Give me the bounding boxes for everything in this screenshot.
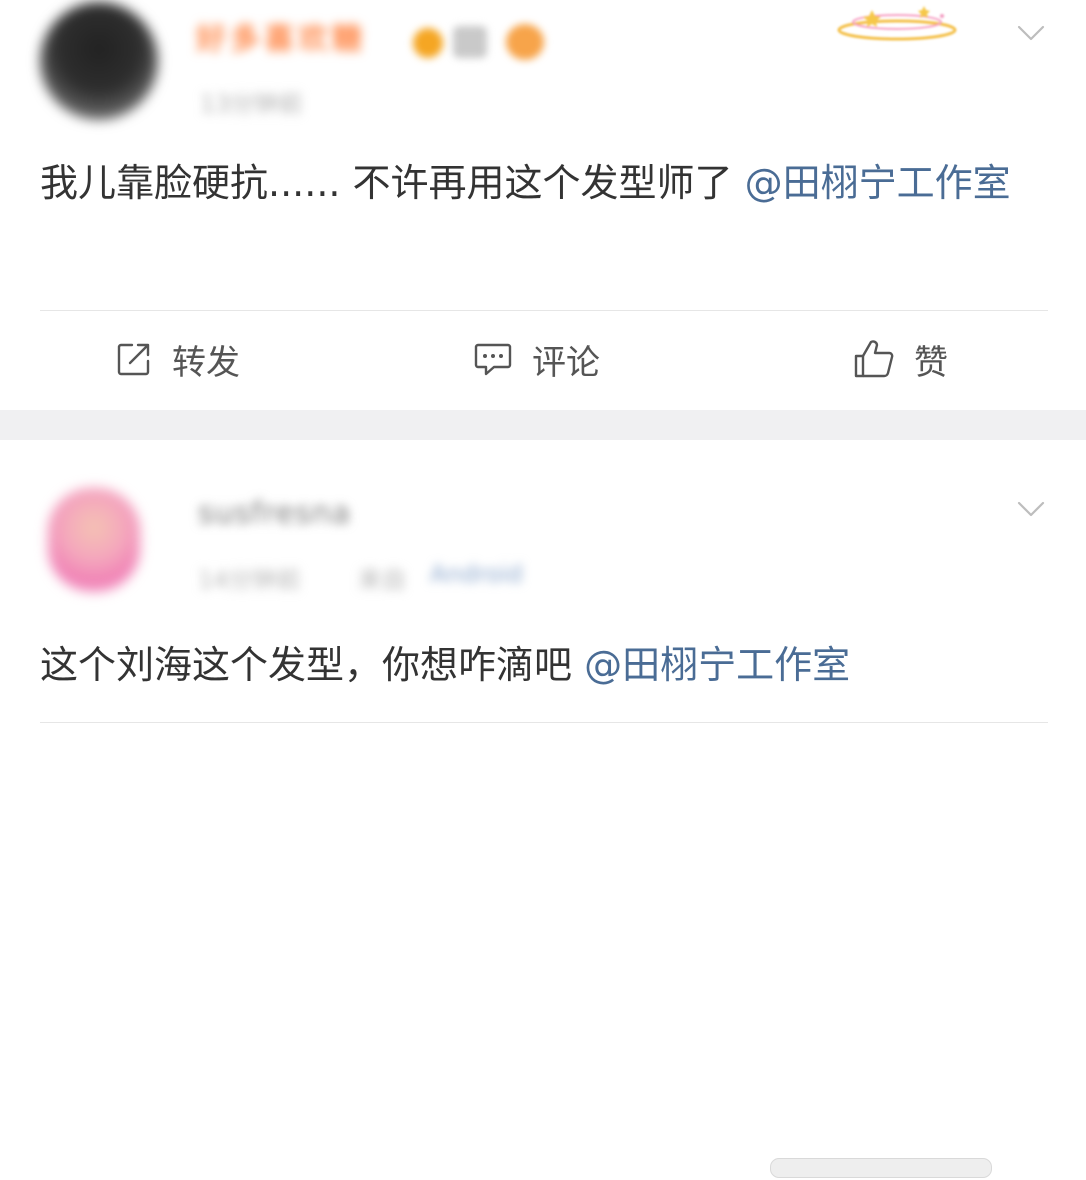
fan-badge-icon — [506, 24, 544, 60]
author-name[interactable]: susfresna — [198, 496, 351, 531]
weibo-post-card: susfresna 14分钟前 来自 Android 这个刘海这个发型，你想咋滴… — [0, 440, 1086, 1178]
author-name[interactable]: 好多喜欢糖 — [196, 14, 366, 58]
comment-label: 评论 — [532, 342, 600, 383]
source-via-label: 来自 — [358, 566, 406, 594]
divider — [40, 310, 1048, 311]
mention-link[interactable]: @田栩宁工作室 — [584, 643, 850, 687]
author-avatar[interactable] — [48, 488, 140, 592]
thumbs-up-icon — [854, 340, 894, 378]
post-content: 我儿靠脸硬抗...... 不许再用这个发型师了 @田栩宁工作室 — [40, 150, 1030, 216]
level-badge-icon — [453, 26, 487, 58]
post-source[interactable]: Android — [430, 560, 523, 588]
post-timestamp: 14分钟前 — [198, 566, 301, 594]
chevron-down-icon[interactable] — [1016, 494, 1046, 524]
vip-badge-icon — [413, 28, 443, 58]
decoration-sparkle-icon — [837, 6, 957, 41]
post-text: 我儿靠脸硬抗...... 不许再用这个发型师了 — [40, 161, 733, 205]
post-text: 这个刘海这个发型，你想咋滴吧 — [40, 643, 573, 687]
weibo-post-card: 好多喜欢糖 13分钟前 我儿靠脸硬抗...... 不许再用这个发型师了 @田栩宁… — [0, 0, 1086, 410]
comment-button[interactable]: 评论 — [472, 336, 600, 383]
like-label: 赞 — [914, 342, 948, 383]
share-square-icon — [117, 343, 150, 376]
post-separator — [0, 410, 1086, 440]
like-button[interactable]: 赞 — [852, 336, 948, 383]
watermark — [770, 1156, 1070, 1180]
divider — [40, 722, 1048, 723]
comment-bubble-icon — [474, 343, 512, 376]
post-timestamp: 13分钟前 — [200, 90, 303, 118]
author-avatar[interactable] — [40, 2, 158, 120]
watermark-bar — [770, 1158, 992, 1178]
post-content: 这个刘海这个发型，你想咋滴吧 @田栩宁工作室 — [40, 632, 1040, 698]
mention-link[interactable]: @田栩宁工作室 — [745, 161, 1011, 205]
chevron-down-icon[interactable] — [1016, 18, 1046, 48]
repost-button[interactable]: 转发 — [114, 336, 240, 383]
repost-label: 转发 — [172, 342, 240, 383]
